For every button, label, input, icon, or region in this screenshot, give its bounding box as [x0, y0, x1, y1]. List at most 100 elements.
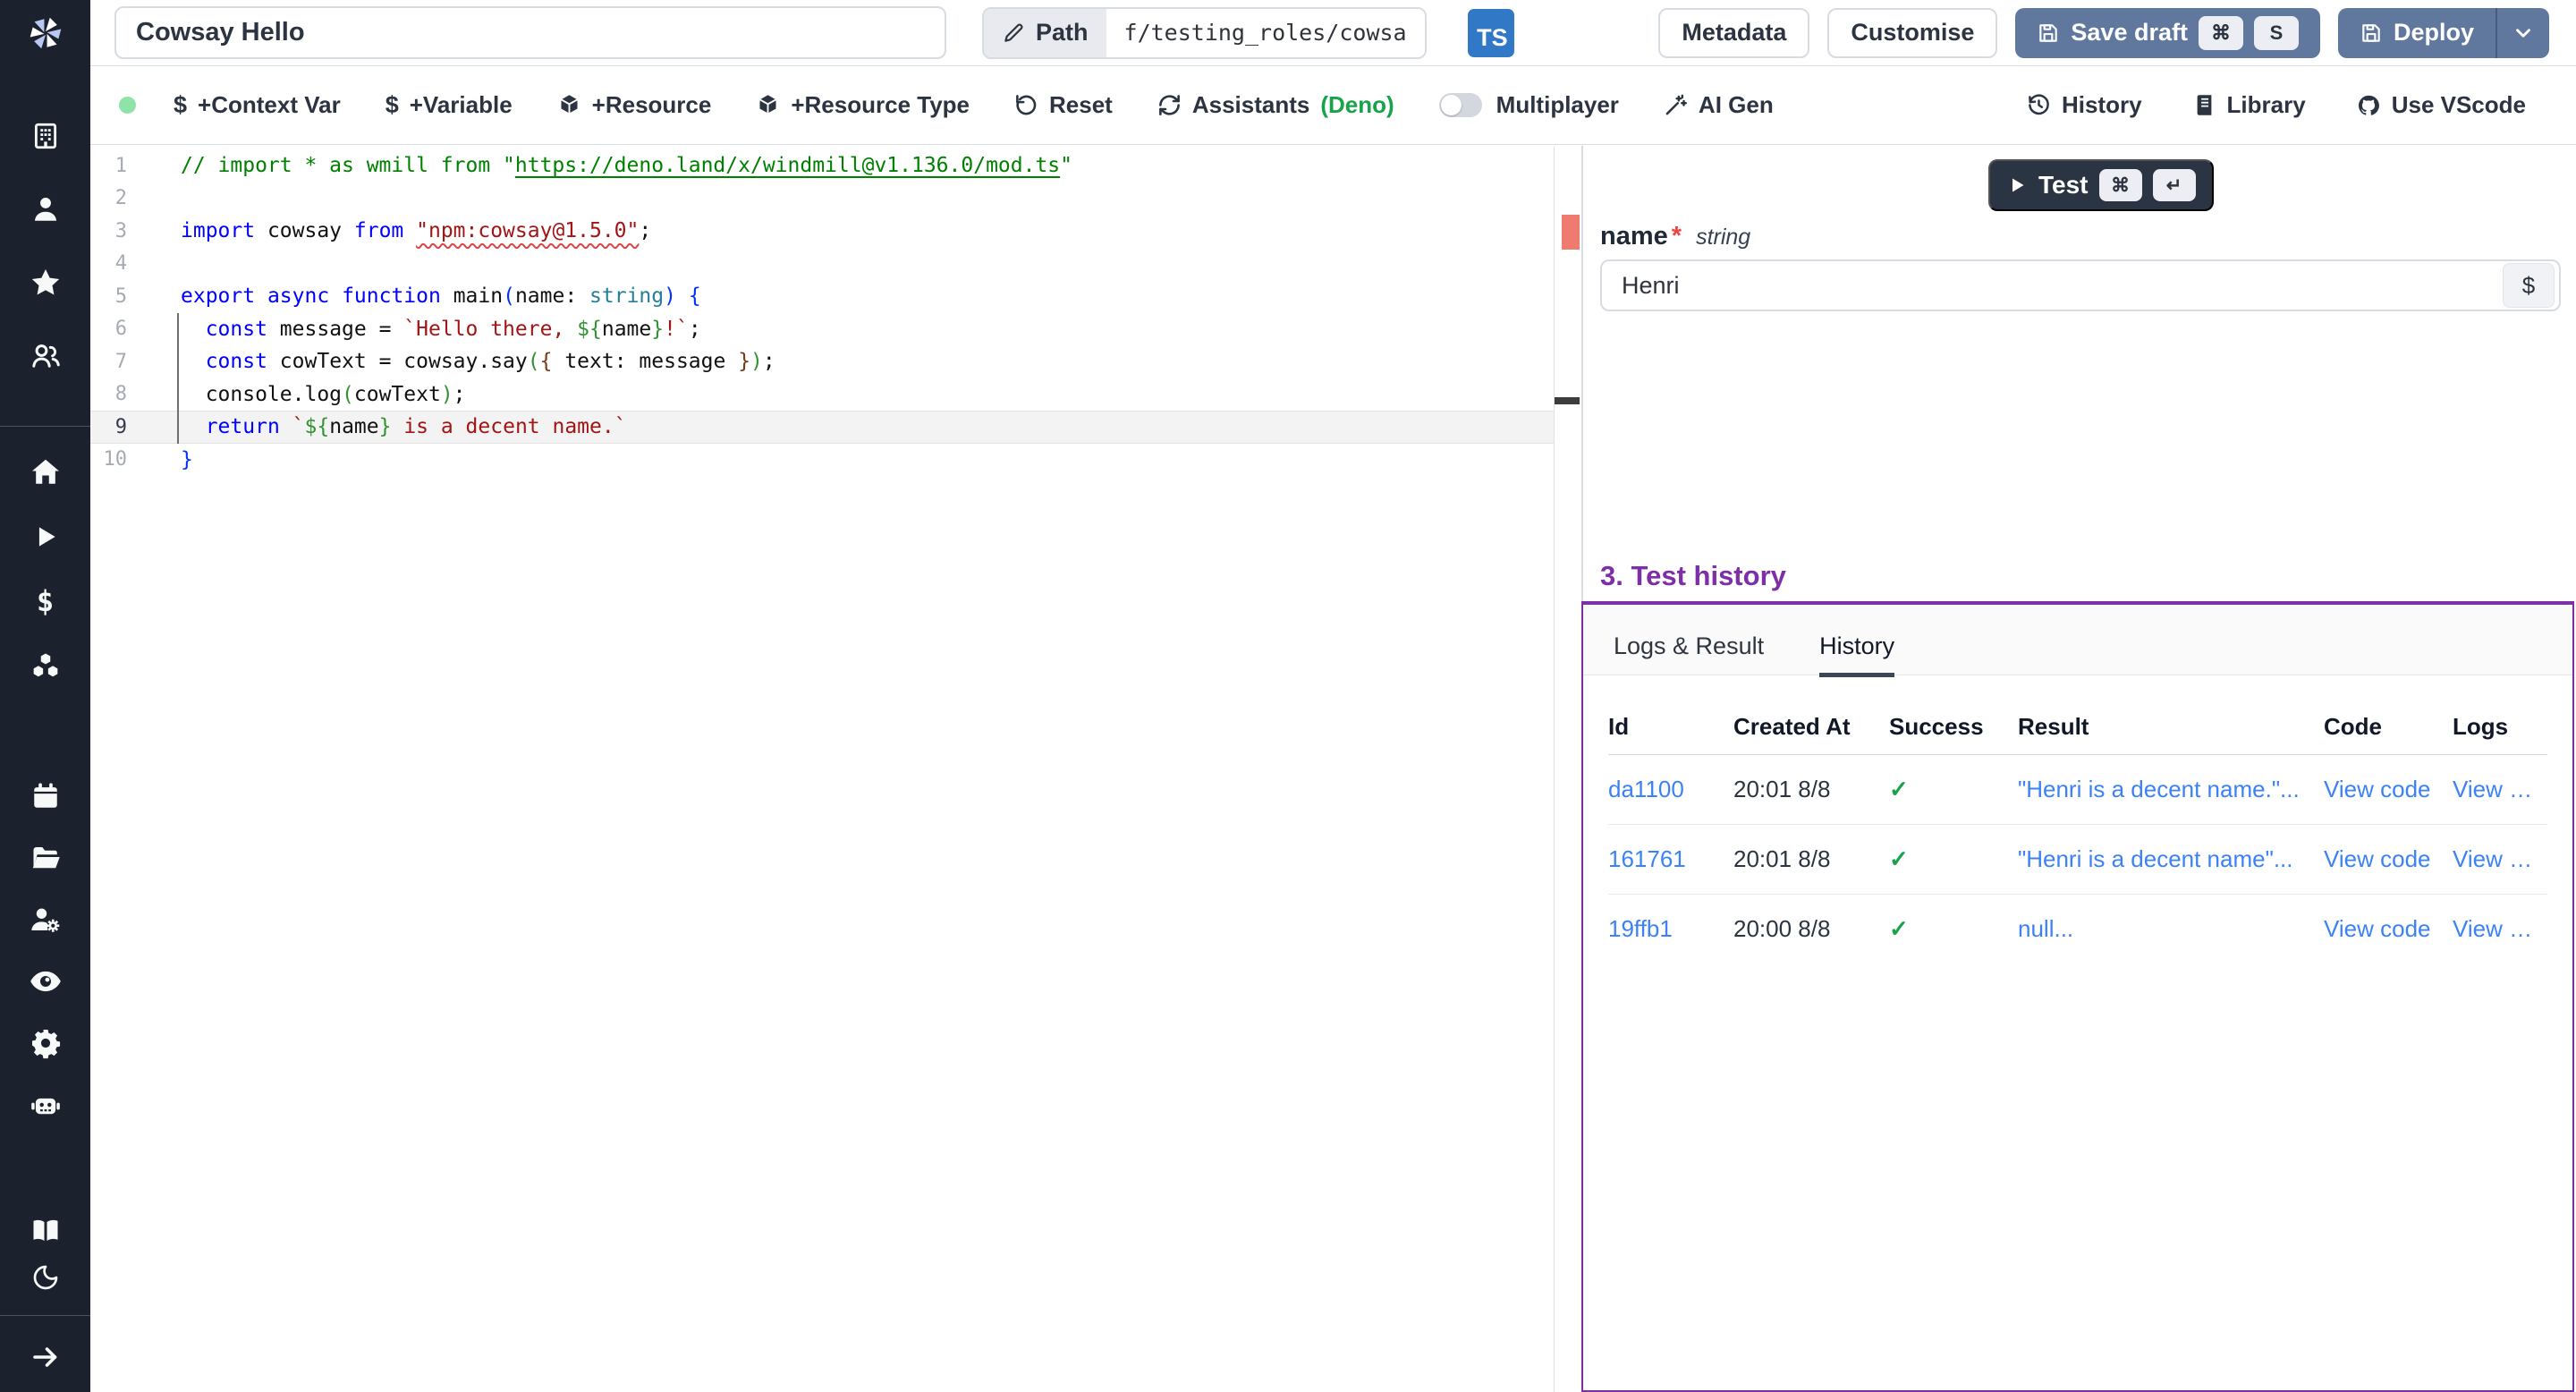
- editor-toolbar: $ +Context Var $ +Variable +Resource +Re…: [90, 66, 2576, 145]
- overview-ruler-cursor-marker: [1555, 397, 1580, 404]
- script-name-input[interactable]: [114, 6, 946, 59]
- path-button[interactable]: Path f/testing_roles/cowsa: [982, 7, 1427, 59]
- multiplayer-toggle[interactable]: [1439, 93, 1482, 117]
- table-row: 19ffb120:00 8/8✓null...View codeView log…: [1608, 895, 2547, 963]
- field-type: string: [1696, 225, 1750, 250]
- path-label: Path: [1036, 19, 1089, 47]
- test-history-title: 3. Test history: [1600, 560, 1786, 592]
- result-link[interactable]: "Henri is a decent name."...: [2018, 776, 2324, 803]
- add-context-var-button[interactable]: $ +Context Var: [174, 91, 341, 119]
- arrow-right-icon[interactable]: [0, 1336, 90, 1379]
- code-text: const cowText = cowsay.say({ text: messa…: [181, 350, 775, 373]
- home-icon[interactable]: [0, 447, 90, 497]
- result-link[interactable]: "Henri is a decent name"...: [2018, 845, 2324, 873]
- add-resource-type-button[interactable]: +Resource Type: [756, 91, 970, 119]
- dollar-icon: $: [174, 91, 187, 119]
- view-logs-link[interactable]: View logs: [2453, 915, 2547, 943]
- book-open-icon[interactable]: [0, 1210, 90, 1252]
- save-draft-button[interactable]: Save draft ⌘ S: [2015, 8, 2320, 58]
- test-button[interactable]: Test ⌘ ↵: [1988, 159, 2214, 211]
- history-button[interactable]: History: [2027, 91, 2142, 119]
- line-number: 8: [90, 383, 127, 405]
- windmill-logo[interactable]: [0, 0, 90, 66]
- dollar-icon[interactable]: $: [0, 576, 90, 626]
- ai-gen-button[interactable]: AI Gen: [1664, 91, 1774, 119]
- assistants-button[interactable]: Assistants (Deno): [1157, 91, 1394, 119]
- line-number: 5: [90, 285, 127, 308]
- code-line[interactable]: 6 const message = `Hello there, ${name}!…: [90, 313, 1554, 346]
- code-line[interactable]: 4: [90, 248, 1554, 281]
- chevron-down-icon: [2512, 21, 2535, 45]
- status-dot: [119, 97, 136, 114]
- code-line[interactable]: 5export async function main(name: string…: [90, 280, 1554, 313]
- code-line[interactable]: 7 const cowText = cowsay.say({ text: mes…: [90, 345, 1554, 378]
- users-icon[interactable]: [0, 331, 90, 381]
- cubes-icon[interactable]: [0, 641, 90, 691]
- user-cog-icon[interactable]: [0, 895, 90, 945]
- column-header: Result: [2018, 713, 2324, 741]
- run-id-link[interactable]: da1100: [1608, 776, 1733, 803]
- line-number: 7: [90, 351, 127, 373]
- tab-history[interactable]: History: [1819, 632, 1894, 677]
- history-clock-icon: [2027, 93, 2051, 117]
- view-code-link[interactable]: View code: [2324, 845, 2453, 873]
- kbd-s: S: [2254, 16, 2299, 50]
- code-editor[interactable]: 1// import * as wmill from "https://deno…: [90, 146, 1581, 1392]
- dollar-icon: $: [386, 91, 399, 119]
- star-icon[interactable]: [0, 258, 90, 308]
- code-line[interactable]: 2: [90, 182, 1554, 216]
- view-code-link[interactable]: View code: [2324, 915, 2453, 943]
- code-text: }: [181, 448, 193, 471]
- eye-icon[interactable]: [0, 956, 90, 1006]
- column-header: Id: [1608, 713, 1733, 741]
- moon-icon[interactable]: [0, 1256, 90, 1299]
- column-header: Logs: [2453, 713, 2547, 741]
- view-logs-link[interactable]: View logs: [2453, 776, 2547, 803]
- add-variable-button[interactable]: $ +Variable: [386, 91, 513, 119]
- code-line[interactable]: 10}: [90, 444, 1554, 477]
- run-id-link[interactable]: 161761: [1608, 845, 1733, 873]
- column-header: Code: [2324, 713, 2453, 741]
- result-link[interactable]: null...: [2018, 915, 2324, 943]
- kbd-return: ↵: [2153, 169, 2196, 201]
- test-panel: Test ⌘ ↵ name* string $ 3. Test history …: [1581, 146, 2576, 1392]
- column-header: Success: [1889, 713, 2018, 741]
- gear-icon[interactable]: [0, 1018, 90, 1068]
- bot-icon[interactable]: [0, 1080, 90, 1130]
- calendar-icon[interactable]: [0, 771, 90, 821]
- code-line[interactable]: 9 return `${name} is a decent name.`: [90, 411, 1554, 444]
- metadata-button[interactable]: Metadata: [1658, 8, 1809, 58]
- assistants-lang: (Deno): [1320, 91, 1394, 119]
- table-row: 16176120:01 8/8✓"Henri is a decent name"…: [1608, 825, 2547, 895]
- tab-logs-result[interactable]: Logs & Result: [1614, 632, 1764, 675]
- line-number: 2: [90, 187, 127, 209]
- code-text: // import * as wmill from "https://deno.…: [181, 154, 1072, 177]
- view-code-link[interactable]: View code: [2324, 776, 2453, 803]
- github-icon: [2356, 93, 2381, 118]
- reset-button[interactable]: Reset: [1014, 91, 1113, 119]
- code-line[interactable]: 8 console.log(cowText);: [90, 378, 1554, 412]
- history-table: IdCreated AtSuccessResultCodeLogs da1100…: [1608, 699, 2547, 963]
- use-vscode-button[interactable]: Use VScode: [2356, 91, 2526, 119]
- test-history-panel: Logs & Result History IdCreated AtSucces…: [1581, 601, 2574, 1392]
- user-icon[interactable]: [0, 184, 90, 234]
- code-line[interactable]: 3import cowsay from "npm:cowsay@1.5.0";: [90, 215, 1554, 248]
- folder-open-icon[interactable]: [0, 833, 90, 883]
- building-icon[interactable]: [0, 111, 90, 161]
- overview-ruler-error-marker: [1562, 215, 1580, 250]
- run-id-link[interactable]: 19ffb1: [1608, 915, 1733, 943]
- customise-button[interactable]: Customise: [1827, 8, 1997, 58]
- variable-picker-button[interactable]: $: [2503, 263, 2555, 308]
- library-button[interactable]: Library: [2192, 91, 2306, 119]
- sidebar-divider: [0, 1315, 90, 1316]
- deploy-dropdown-button[interactable]: [2497, 8, 2549, 58]
- path-value[interactable]: f/testing_roles/cowsa: [1106, 9, 1425, 57]
- code-text: import cowsay from "npm:cowsay@1.5.0";: [181, 219, 651, 242]
- play-icon[interactable]: [0, 512, 90, 562]
- name-input[interactable]: [1602, 272, 2503, 300]
- deploy-button[interactable]: Deploy: [2338, 8, 2549, 58]
- history-table-header: IdCreated AtSuccessResultCodeLogs: [1608, 699, 2547, 755]
- add-resource-button[interactable]: +Resource: [557, 91, 712, 119]
- code-line[interactable]: 1// import * as wmill from "https://deno…: [90, 149, 1554, 182]
- view-logs-link[interactable]: View logs: [2453, 845, 2547, 873]
